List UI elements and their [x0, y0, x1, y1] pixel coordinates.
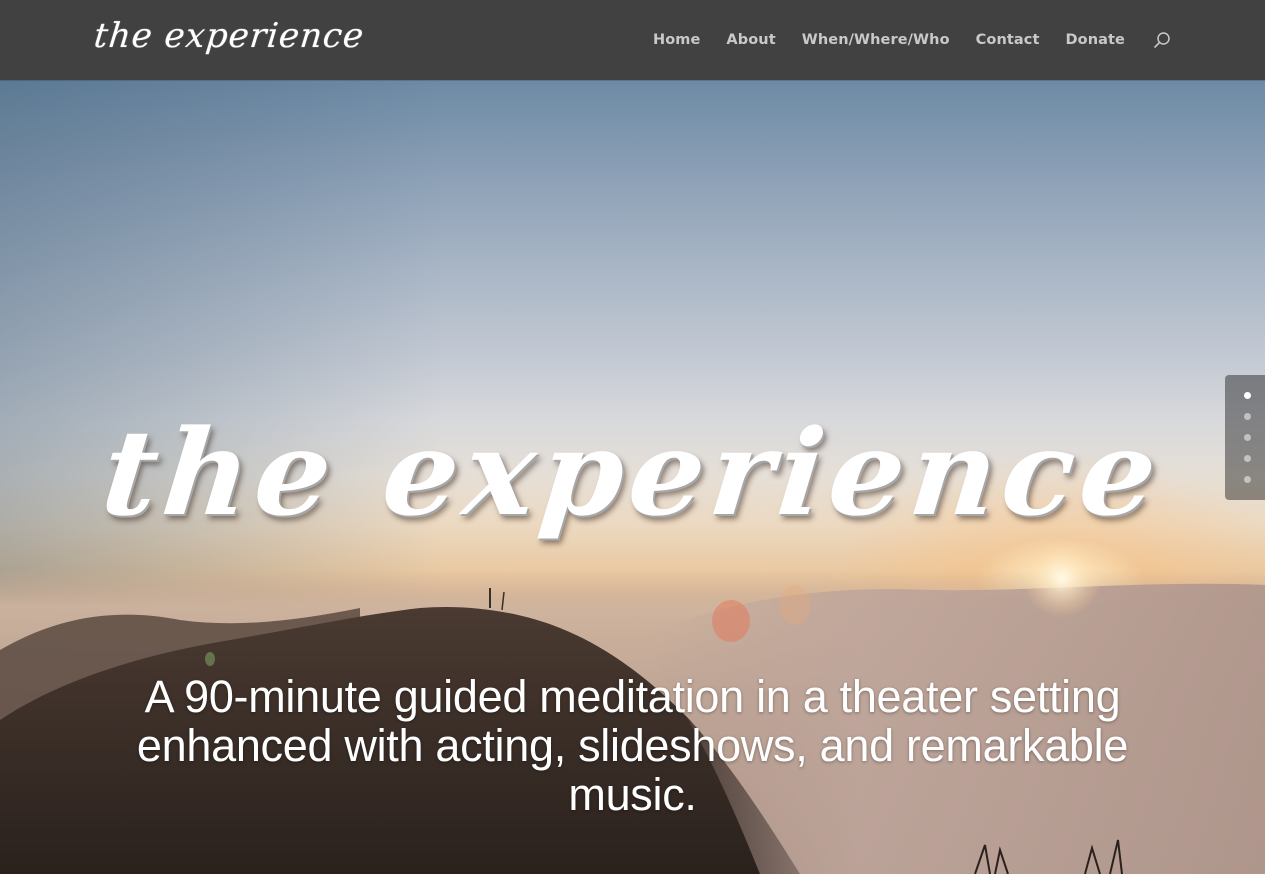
- hero-title: the experience: [96, 403, 1169, 542]
- nav-donate[interactable]: Donate: [1066, 0, 1125, 80]
- slider-dot-4[interactable]: [1244, 476, 1251, 483]
- slider-dot-0[interactable]: [1244, 392, 1251, 399]
- search-button[interactable]: [1151, 29, 1173, 51]
- main-nav: Home About When/Where/Who Contact Donate: [653, 0, 1265, 80]
- site-logo[interactable]: the experience: [91, 12, 366, 64]
- site-header: the experience Home About When/Where/Who…: [0, 0, 1265, 80]
- nav-when-where-who[interactable]: When/Where/Who: [802, 0, 950, 80]
- hero-subtitle: A 90-minute guided meditation in a theat…: [136, 671, 1129, 820]
- nav-home[interactable]: Home: [653, 0, 700, 80]
- search-icon: [1154, 32, 1170, 48]
- slider-dot-3[interactable]: [1244, 455, 1251, 462]
- hero-slider: the experience A 90-minute guided medita…: [0, 80, 1265, 874]
- slider-dot-1[interactable]: [1244, 413, 1251, 420]
- nav-contact[interactable]: Contact: [976, 0, 1040, 80]
- slider-dot-2[interactable]: [1244, 434, 1251, 441]
- nav-about[interactable]: About: [726, 0, 775, 80]
- slider-dots: [1225, 375, 1265, 500]
